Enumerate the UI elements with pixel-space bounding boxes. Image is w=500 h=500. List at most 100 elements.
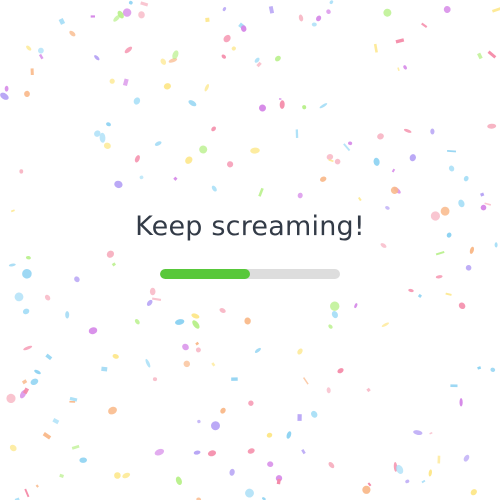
- confetti-piece: [160, 58, 167, 65]
- confetti-piece: [175, 319, 185, 325]
- confetti-piece: [154, 448, 165, 456]
- confetti-piece: [219, 308, 226, 313]
- confetti-piece: [199, 145, 208, 154]
- confetti-piece: [450, 384, 458, 388]
- celebration-screen: Keep screaming!: [0, 0, 500, 500]
- confetti-piece: [326, 9, 331, 15]
- confetti-piece: [366, 387, 371, 393]
- confetti-piece: [134, 319, 140, 325]
- confetti-piece: [326, 387, 331, 394]
- confetti-piece: [108, 406, 117, 415]
- confetti-piece: [463, 454, 470, 462]
- confetti-piece: [8, 263, 16, 267]
- confetti-piece: [88, 327, 98, 335]
- confetti-piece: [182, 343, 189, 351]
- confetti-piece: [469, 246, 475, 254]
- confetti-piece: [19, 169, 24, 174]
- confetti-piece: [297, 192, 303, 199]
- confetti-piece: [477, 52, 483, 60]
- confetti-piece: [383, 8, 392, 17]
- confetti-piece: [79, 457, 87, 463]
- confetti-piece: [278, 97, 282, 101]
- confetti-piece: [211, 126, 216, 132]
- confetti-piece: [367, 482, 372, 487]
- confetti-piece: [195, 341, 200, 346]
- confetti-piece: [140, 1, 149, 7]
- confetti-piece: [163, 83, 171, 90]
- confetti-piece: [421, 479, 426, 484]
- confetti-piece: [268, 5, 275, 14]
- confetti-piece: [487, 50, 497, 59]
- confetti-piece: [94, 55, 100, 61]
- confetti-piece: [4, 85, 9, 92]
- confetti-piece: [74, 276, 80, 283]
- confetti-piece: [220, 407, 226, 414]
- confetti-piece: [185, 156, 193, 164]
- confetti-piece: [133, 97, 141, 105]
- confetti-piece: [413, 430, 423, 436]
- confetti-layer: [0, 0, 500, 500]
- confetti-piece: [435, 251, 445, 256]
- encouragement-message: Keep screaming!: [135, 211, 365, 242]
- confetti-piece: [311, 22, 317, 27]
- confetti-piece: [101, 366, 108, 372]
- confetti-piece: [52, 418, 60, 425]
- confetti-piece: [437, 455, 441, 464]
- confetti-piece: [430, 128, 435, 135]
- confetti-piece: [21, 379, 28, 385]
- confetti-piece: [146, 299, 153, 306]
- confetti-piece: [491, 7, 500, 13]
- confetti-piece: [221, 54, 227, 59]
- confetti-piece: [23, 345, 33, 351]
- confetti-piece: [247, 448, 255, 454]
- confetti-piece: [320, 176, 327, 182]
- confetti-piece: [38, 47, 44, 54]
- confetti-piece: [45, 353, 53, 361]
- confetti-piece: [480, 192, 485, 197]
- confetti-piece: [229, 468, 235, 476]
- confetti-piece: [484, 202, 492, 206]
- confetti-piece: [152, 377, 158, 382]
- confetti-piece: [417, 293, 422, 298]
- confetti-piece: [447, 149, 457, 153]
- confetti-piece: [112, 354, 119, 359]
- confetti-piece: [429, 432, 433, 435]
- confetti-piece: [259, 104, 266, 112]
- confetti-piece: [14, 292, 24, 302]
- confetti-piece: [175, 476, 182, 486]
- confetti-piece: [65, 311, 70, 319]
- confetti-piece: [254, 347, 261, 353]
- confetti-piece: [204, 84, 210, 92]
- confetti-piece: [128, 0, 133, 5]
- confetti-piece: [348, 141, 353, 146]
- confetti-piece: [109, 78, 115, 84]
- confetti-piece: [250, 147, 260, 154]
- confetti-piece: [106, 250, 114, 258]
- confetti-piece: [44, 294, 51, 301]
- confetti-piece: [69, 396, 78, 402]
- confetti-piece: [195, 347, 201, 353]
- confetti-piece: [458, 302, 466, 310]
- confetti-piece: [26, 45, 32, 51]
- confetti-piece: [329, 0, 334, 5]
- confetti-piece: [58, 18, 66, 25]
- confetti-piece: [297, 414, 302, 421]
- confetti-piece: [24, 90, 30, 97]
- confetti-piece: [24, 488, 30, 498]
- confetti-piece: [9, 444, 17, 452]
- confetti-piece: [145, 358, 151, 368]
- confetti-piece: [193, 450, 201, 455]
- confetti-piece: [59, 473, 64, 478]
- confetti-piece: [391, 168, 396, 173]
- confetti-piece: [25, 255, 31, 260]
- confetti-piece: [205, 17, 210, 23]
- confetti-piece: [114, 180, 123, 189]
- confetti-piece: [103, 142, 111, 149]
- confetti-piece: [328, 324, 333, 329]
- confetti-piece: [22, 308, 30, 315]
- confetti-piece: [295, 129, 299, 138]
- confetti-piece: [22, 268, 32, 279]
- confetti-piece: [227, 161, 234, 168]
- confetti-piece: [403, 65, 407, 70]
- confetti-piece: [330, 301, 340, 311]
